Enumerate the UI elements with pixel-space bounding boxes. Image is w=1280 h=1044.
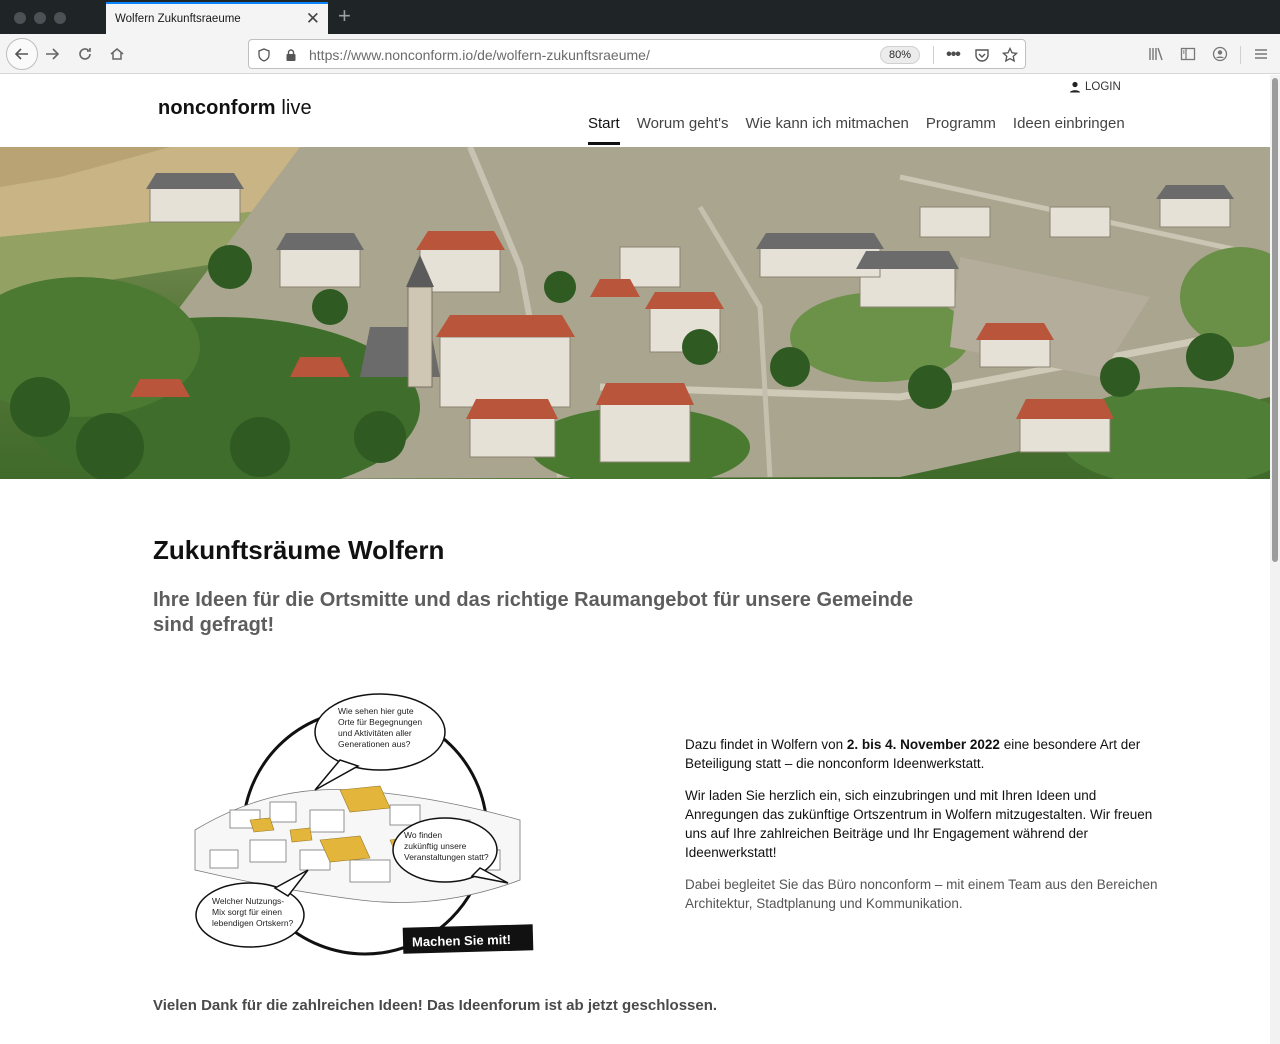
intro-paragraph-1: Dazu findet in Wolfern von 2. bis 4. Nov… <box>685 735 1165 773</box>
site-logo[interactable]: nonconform live <box>158 97 312 120</box>
logo-bold-text: nonconform <box>158 97 276 119</box>
sidebar-icon <box>1180 47 1196 61</box>
closing-notice: Vielen Dank für die zahlreichen Ideen! D… <box>153 997 718 1014</box>
para1-prefix: Dazu findet in Wolfern von <box>685 737 847 752</box>
tracking-shield-icon[interactable] <box>255 46 273 64</box>
browser-tab-bar: Wolfern Zukunftsraeume ✕ + <box>0 0 1280 34</box>
bookmark-star-icon[interactable] <box>1001 46 1019 64</box>
window-close-dot[interactable] <box>14 12 26 24</box>
window-zoom-dot[interactable] <box>54 12 66 24</box>
urlbar-divider <box>933 46 934 64</box>
intro-paragraph-2: Wir laden Sie herzlich ein, sich einzubr… <box>685 788 1153 860</box>
intro-text-column: Dazu findet in Wolfern von 2. bis 4. Nov… <box>685 735 1165 926</box>
page-subtitle: Ihre Ideen für die Ortsmitte und das ric… <box>153 589 914 636</box>
bubble1-line4: Generationen aus? <box>338 739 411 749</box>
web-page: nonconform live LOGIN Start Worum geht's… <box>0 75 1270 1044</box>
browser-tab-active[interactable]: Wolfern Zukunftsraeume ✕ <box>106 2 328 34</box>
forward-button[interactable] <box>40 42 64 66</box>
url-text[interactable]: https://www.nonconform.io/de/wolfern-zuk… <box>309 47 650 63</box>
bubble1-line2: Orte für Begegnungen <box>338 717 422 727</box>
sidebar-button[interactable] <box>1176 42 1200 66</box>
window-minimize-dot[interactable] <box>34 12 46 24</box>
bubble3-line3: lebendigen Ortskern? <box>212 918 294 928</box>
cta-badge-text: Machen Sie mit! <box>412 932 511 950</box>
aerial-village-illustration <box>0 147 1270 479</box>
home-icon <box>110 48 124 60</box>
hero-aerial-image <box>0 147 1270 479</box>
page-title: Zukunftsräume Wolfern <box>153 535 445 565</box>
pocket-icon[interactable] <box>973 46 991 64</box>
new-tab-icon[interactable]: + <box>338 5 351 27</box>
logo-light-text: live <box>275 97 312 119</box>
login-link[interactable]: LOGIN <box>1069 81 1121 93</box>
toolbar-divider <box>1240 46 1241 64</box>
svg-text:Welcher Nutzungs- Mix: Welcher Nutzungs- Mix sorgt für einen le… <box>212 896 294 928</box>
tab-title: Wolfern Zukunftsraeume <box>115 13 241 25</box>
bubble2-line1: Wo finden <box>404 830 442 840</box>
bubble1-line1: Wie sehen hier gute <box>338 706 414 716</box>
user-icon <box>1070 81 1080 93</box>
tab-close-icon[interactable]: ✕ <box>306 10 320 27</box>
nav-item-ideen[interactable]: Ideen einbringen <box>1013 115 1125 145</box>
reload-button[interactable] <box>73 42 97 66</box>
back-button[interactable] <box>6 38 38 70</box>
bubble2-line2: zukünftig unsere <box>404 841 467 851</box>
lock-icon[interactable] <box>282 46 300 64</box>
page-actions-icon[interactable]: ••• <box>944 46 962 64</box>
nav-item-start[interactable]: Start <box>588 115 620 145</box>
nav-item-programm[interactable]: Programm <box>926 115 996 145</box>
account-button[interactable] <box>1208 42 1232 66</box>
arrow-right-icon <box>46 48 60 60</box>
address-bar[interactable]: https://www.nonconform.io/de/wolfern-zuk… <box>248 39 1026 69</box>
url-host: https://www.nonconform.io <box>309 47 474 63</box>
zoom-level-badge[interactable]: 80% <box>880 46 921 64</box>
browser-toolbar: https://www.nonconform.io/de/wolfern-zuk… <box>0 34 1280 74</box>
speech-bubble-sketch: Wie sehen hier gute Orte für Begegnungen… <box>194 693 534 956</box>
home-button[interactable] <box>105 42 129 66</box>
hamburger-menu-icon <box>1255 49 1267 59</box>
account-icon <box>1212 46 1228 62</box>
login-label: LOGIN <box>1085 81 1121 93</box>
bubble1-line3: und Aktivitäten aller <box>338 728 412 738</box>
site-header: nonconform live LOGIN Start Worum geht's… <box>0 75 1270 147</box>
bubble3-line2: Mix sorgt für einen <box>212 907 282 917</box>
reload-icon <box>79 48 91 60</box>
library-icon <box>1149 47 1163 61</box>
page-scrollbar-thumb[interactable] <box>1272 78 1278 562</box>
event-date: 2. bis 4. November 2022 <box>846 737 1000 752</box>
participation-illustration: Wie sehen hier gute Orte für Begegnungen… <box>190 690 540 967</box>
intro-paragraph-3: Dabei begleitet Sie das Büro nonconform … <box>685 877 1158 911</box>
bubble3-line1: Welcher Nutzungs- <box>212 896 284 906</box>
main-navigation: Start Worum geht's Wie kann ich mitmache… <box>588 115 1125 145</box>
nav-item-mitmachen[interactable]: Wie kann ich mitmachen <box>745 115 908 145</box>
nav-item-worum[interactable]: Worum geht's <box>637 115 729 145</box>
bubble2-line3: Veranstaltungen statt? <box>404 852 489 862</box>
app-menu-button[interactable] <box>1249 42 1273 66</box>
url-path: /de/wolfern-zukunftsraeume/ <box>473 47 650 63</box>
library-button[interactable] <box>1144 42 1168 66</box>
arrow-left-icon <box>14 48 28 60</box>
